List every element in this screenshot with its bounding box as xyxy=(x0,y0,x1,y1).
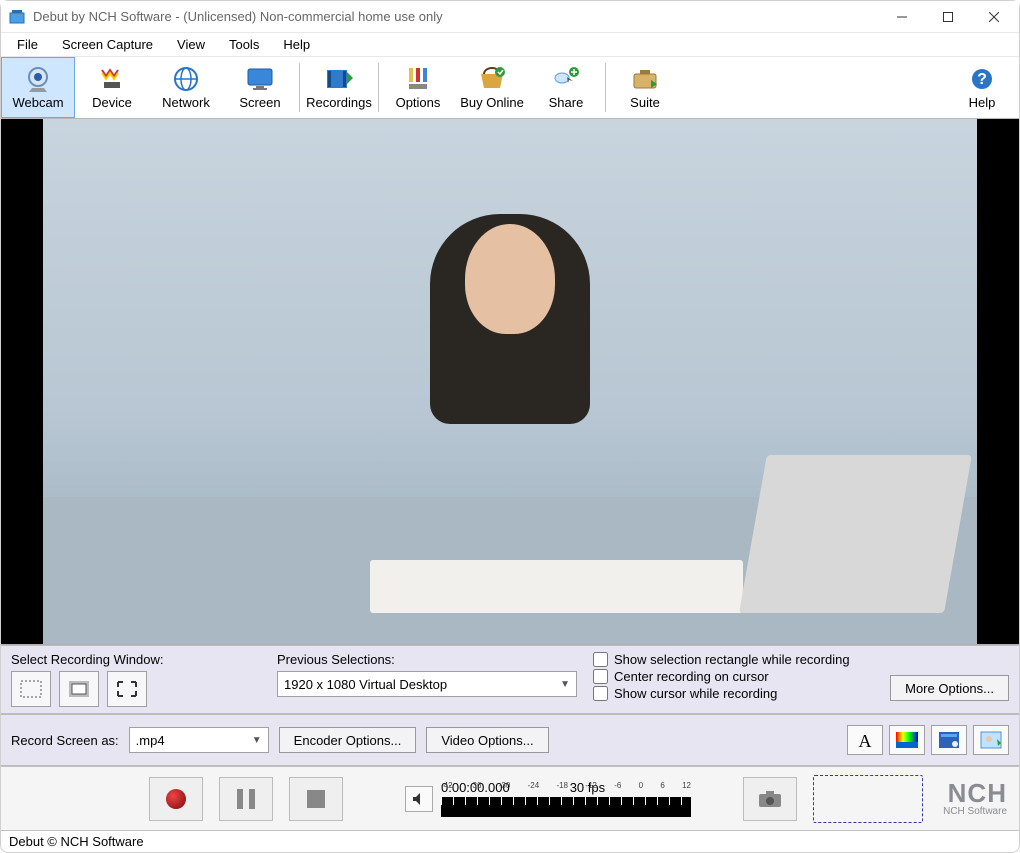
record-button[interactable] xyxy=(149,777,203,821)
window-title: Debut by NCH Software - (Unlicensed) Non… xyxy=(33,9,879,24)
webcam-label: Webcam xyxy=(12,95,63,110)
network-button[interactable]: Network xyxy=(149,57,223,118)
toolbar: Webcam Device Network Screen Recordings Optio… xyxy=(1,57,1019,119)
close-button[interactable] xyxy=(971,2,1017,32)
pause-icon xyxy=(237,789,255,809)
network-icon xyxy=(172,65,200,93)
titlebar: Debut by NCH Software - (Unlicensed) Non… xyxy=(1,1,1019,33)
recordings-icon xyxy=(325,65,353,93)
webcam-icon xyxy=(24,65,52,93)
previous-selections-label: Previous Selections: xyxy=(277,652,577,667)
stop-button[interactable] xyxy=(289,777,343,821)
more-options-button[interactable]: More Options... xyxy=(890,675,1009,701)
record-format-panel: Record Screen as: .mp4 ▼ Encoder Options… xyxy=(1,714,1019,766)
select-rectangle-button[interactable] xyxy=(11,671,51,707)
share-icon xyxy=(552,65,580,93)
suite-label: Suite xyxy=(630,95,660,110)
menu-tools[interactable]: Tools xyxy=(217,34,271,55)
pause-button[interactable] xyxy=(219,777,273,821)
menu-help[interactable]: Help xyxy=(271,34,322,55)
color-adjust-button[interactable] xyxy=(889,725,925,755)
stop-icon xyxy=(307,790,325,808)
select-window-button[interactable] xyxy=(59,671,99,707)
menu-view[interactable]: View xyxy=(165,34,217,55)
maximize-button[interactable] xyxy=(925,2,971,32)
screen-label: Screen xyxy=(239,95,280,110)
suite-icon xyxy=(631,65,659,93)
buy-online-button[interactable]: Buy Online xyxy=(455,57,529,118)
watermark-button[interactable] xyxy=(973,725,1009,755)
options-label: Options xyxy=(396,95,441,110)
recording-window-panel: Select Recording Window: Previous Select… xyxy=(1,645,1019,714)
minimize-button[interactable] xyxy=(879,2,925,32)
svg-text:A: A xyxy=(859,731,872,749)
video-options-button[interactable]: Video Options... xyxy=(426,727,548,753)
share-button[interactable]: Share xyxy=(529,57,603,118)
network-label: Network xyxy=(162,95,210,110)
screen-button[interactable]: Screen xyxy=(223,57,297,118)
chevron-down-icon: ▼ xyxy=(252,735,262,746)
previous-selections-dropdown[interactable]: 1920 x 1080 Virtual Desktop ▼ xyxy=(277,671,577,697)
preview-content xyxy=(43,119,976,644)
checkbox-2[interactable] xyxy=(593,686,608,701)
check-label-0: Show selection rectangle while recording xyxy=(614,652,850,667)
audio-meter xyxy=(441,797,691,817)
screen-icon xyxy=(246,65,274,93)
audio-mute-button[interactable] xyxy=(405,786,433,812)
format-dropdown[interactable]: .mp4 ▼ xyxy=(129,727,269,753)
suite-button[interactable]: Suite xyxy=(608,57,682,118)
check-1[interactable]: Center recording on cursor xyxy=(593,669,876,684)
svg-text:?: ? xyxy=(977,71,987,88)
chevron-down-icon: ▼ xyxy=(560,679,570,690)
status-text: Debut © NCH Software xyxy=(9,834,144,849)
checkbox-0[interactable] xyxy=(593,652,608,667)
options-icon xyxy=(404,65,432,93)
menubar: FileScreen CaptureViewToolsHelp xyxy=(1,33,1019,57)
menu-screen-capture[interactable]: Screen Capture xyxy=(50,34,165,55)
nch-logo: NCH NCH Software xyxy=(943,780,1007,817)
device-button[interactable]: Device xyxy=(75,57,149,118)
menu-file[interactable]: File xyxy=(5,34,50,55)
share-label: Share xyxy=(549,95,584,110)
text-overlay-button[interactable]: A xyxy=(847,725,883,755)
app-icon xyxy=(9,9,25,25)
check-2[interactable]: Show cursor while recording xyxy=(593,686,876,701)
check-label-2: Show cursor while recording xyxy=(614,686,777,701)
checkbox-1[interactable] xyxy=(593,669,608,684)
help-icon: ? xyxy=(968,65,996,93)
preview-thumbnail xyxy=(813,775,923,823)
video-effects-button[interactable] xyxy=(931,725,967,755)
help-label: Help xyxy=(969,95,996,110)
check-0[interactable]: Show selection rectangle while recording xyxy=(593,652,876,667)
previous-selection-value: 1920 x 1080 Virtual Desktop xyxy=(284,677,447,692)
record-icon xyxy=(166,789,186,809)
check-label-1: Center recording on cursor xyxy=(614,669,769,684)
video-preview xyxy=(1,119,1019,645)
recordings-label: Recordings xyxy=(306,95,372,110)
help-button[interactable]: ? Help xyxy=(945,57,1019,118)
device-label: Device xyxy=(92,95,132,110)
transport-bar: 0:00:00.000 30 fps -42-36-30-24-18-12-60… xyxy=(1,766,1019,830)
device-icon xyxy=(98,65,126,93)
record-as-label: Record Screen as: xyxy=(11,733,119,748)
encoder-options-button[interactable]: Encoder Options... xyxy=(279,727,417,753)
buy-icon xyxy=(478,65,506,93)
window-controls xyxy=(879,2,1017,32)
recordings-button[interactable]: Recordings xyxy=(302,57,376,118)
select-window-label: Select Recording Window: xyxy=(11,652,261,667)
buy-online-label: Buy Online xyxy=(460,95,524,110)
options-button[interactable]: Options xyxy=(381,57,455,118)
statusbar: Debut © NCH Software xyxy=(1,830,1019,852)
fullscreen-button[interactable] xyxy=(107,671,147,707)
format-value: .mp4 xyxy=(136,733,165,748)
webcam-button[interactable]: Webcam xyxy=(1,57,75,118)
snapshot-button[interactable] xyxy=(743,777,797,821)
